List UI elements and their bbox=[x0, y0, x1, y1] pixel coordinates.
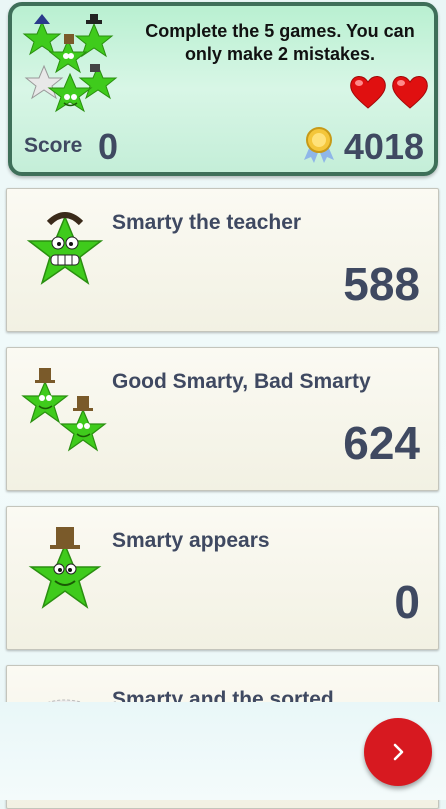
smarty-top-hat-icon bbox=[28, 527, 102, 609]
game-title: Smarty appears bbox=[112, 529, 270, 552]
game-score: 588 bbox=[343, 258, 420, 310]
score-label: Score bbox=[24, 134, 83, 157]
points-total: 4018 bbox=[343, 126, 424, 167]
score-value: 0 bbox=[98, 126, 119, 167]
heart-icon bbox=[392, 76, 428, 109]
instructions-text: Complete the 5 games. You can only make … bbox=[145, 21, 415, 64]
lives-indicator bbox=[348, 72, 430, 112]
game-card[interactable]: Smarty the teacher 588 bbox=[6, 188, 439, 332]
game-title: Smarty the teacher bbox=[112, 211, 302, 234]
medal-icon bbox=[304, 127, 334, 163]
game-score: 0 bbox=[394, 576, 420, 628]
game-title: Good Smarty, Bad Smarty bbox=[112, 370, 371, 393]
game-score: 624 bbox=[343, 417, 420, 469]
chevron-right-icon bbox=[393, 743, 404, 761]
next-button[interactable] bbox=[364, 718, 432, 786]
game-set-header: Complete the 5 games. You can only make … bbox=[8, 2, 438, 176]
smarty-pair-icon bbox=[21, 368, 107, 452]
smarty-group-icon bbox=[22, 14, 118, 113]
smarty-teacher-icon bbox=[26, 212, 104, 285]
heart-icon bbox=[350, 76, 386, 109]
game-card[interactable]: Good Smarty, Bad Smarty 624 bbox=[6, 347, 439, 491]
game-card[interactable]: Smarty appears 0 bbox=[6, 506, 439, 650]
